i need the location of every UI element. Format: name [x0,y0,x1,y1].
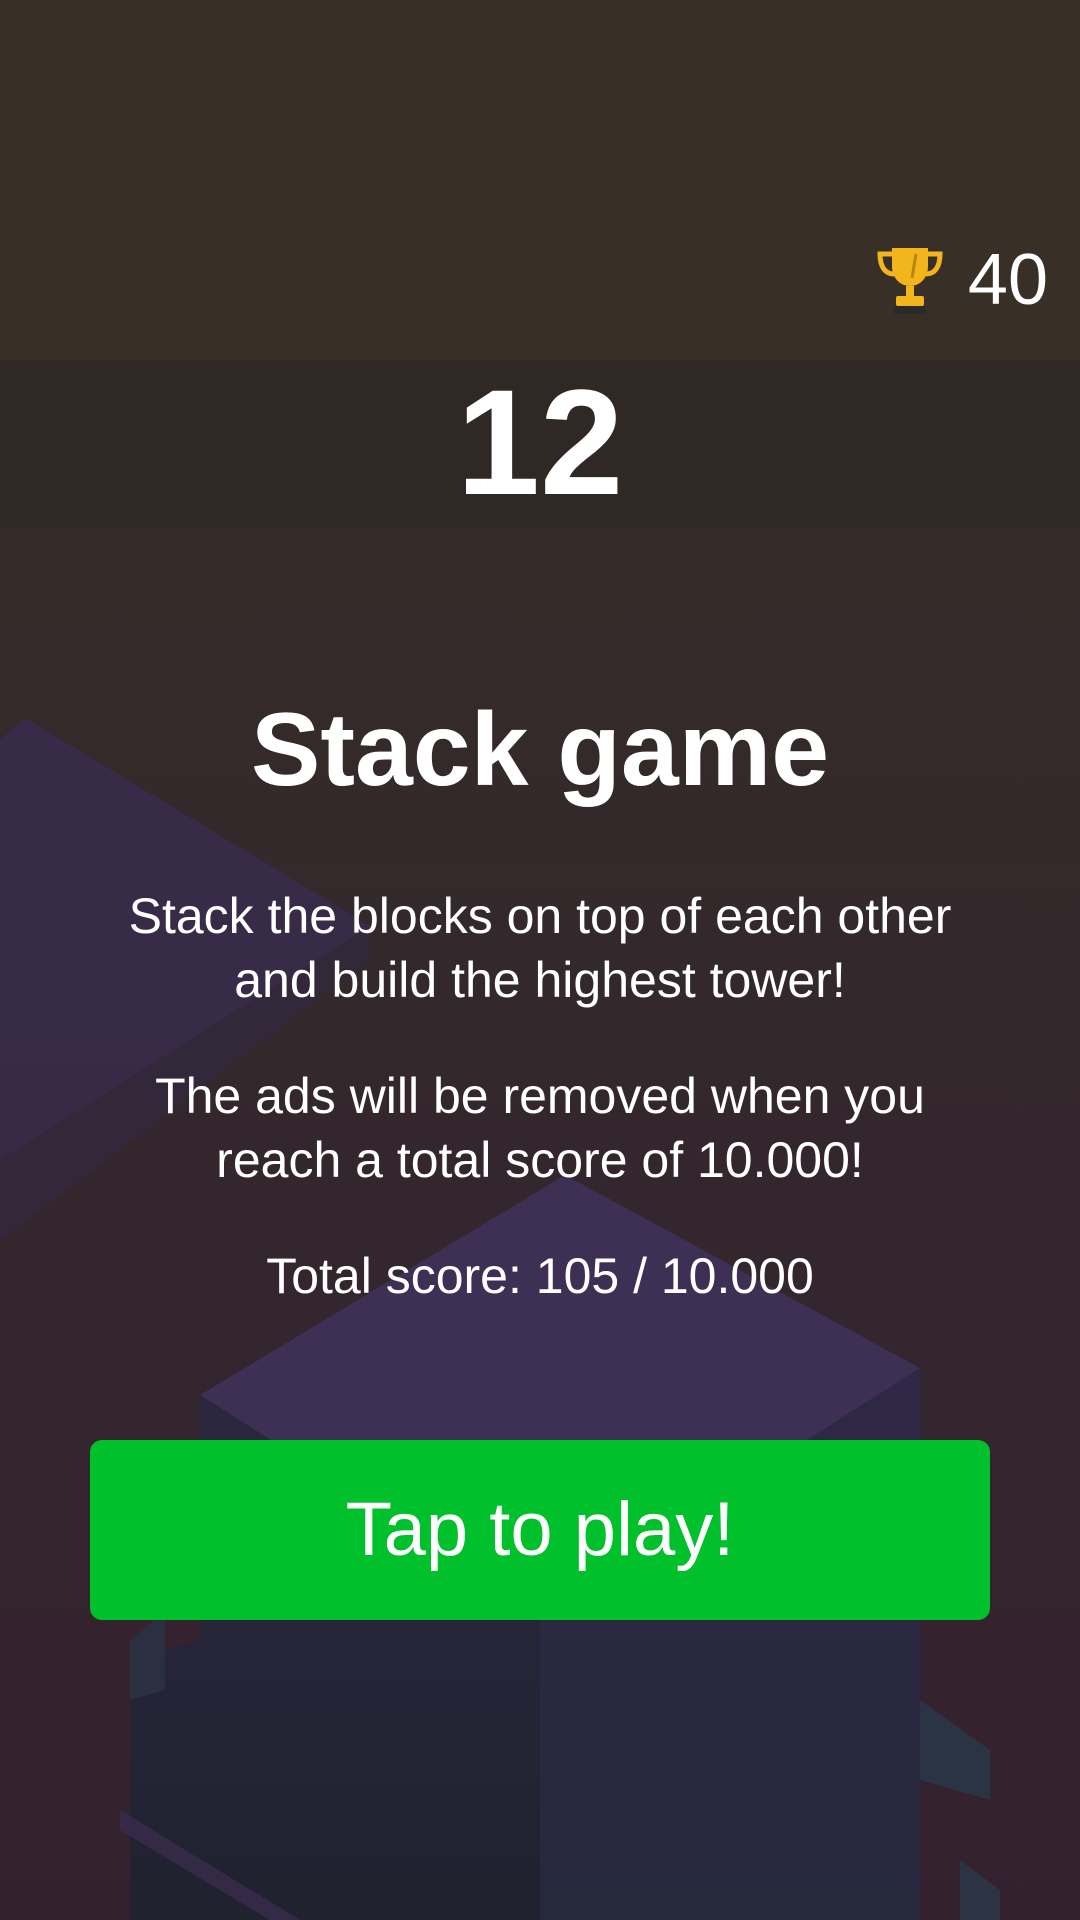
base-ledge-right [960,1860,1000,1920]
play-button[interactable]: Tap to play! [90,1440,990,1620]
game-description: Stack the blocks on top of each other an… [128,888,952,1008]
trophy-icon [877,248,943,314]
current-score: 12 [456,358,624,526]
ads-notice: The ads will be removed when you reach a… [155,1068,925,1188]
best-score-value: 40 [967,240,1048,320]
lower-layer-left [130,1612,165,1700]
lower-layer-right [920,1700,990,1800]
total-score: Total score: 105 / 10.000 [266,1248,814,1304]
best-score: 40 [872,244,1048,316]
game-title: Stack game [250,692,830,808]
